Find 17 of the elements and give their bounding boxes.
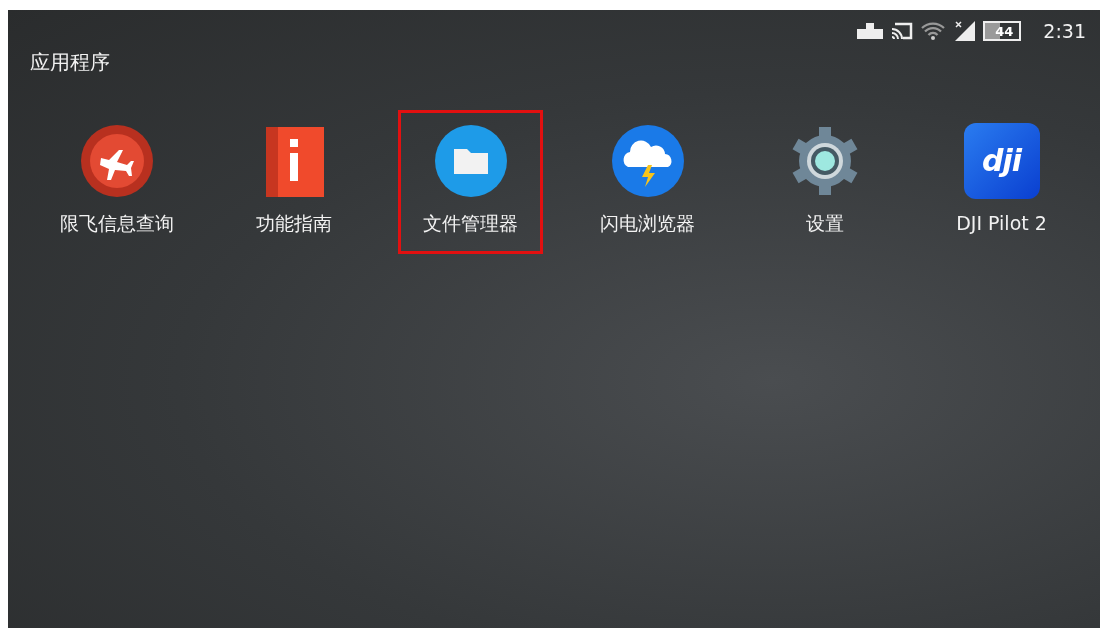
app-launcher[interactable]: 限飞信息查询 — [44, 110, 189, 254]
app-launcher[interactable]: 文件管理器 — [398, 110, 543, 254]
battery-icon: 44 — [983, 21, 1022, 41]
airplane-icon — [80, 125, 153, 197]
app-launcher[interactable]: 功能指南 — [221, 110, 366, 254]
folder-icon — [434, 125, 507, 197]
app-launcher[interactable]: dji DJI Pilot 2 — [929, 110, 1074, 254]
app-logo-icon: dji — [963, 123, 1040, 199]
ethernet-icon — [857, 23, 884, 39]
clock-time: 2:31 — [1043, 18, 1086, 44]
app-launcher[interactable]: 设置 — [752, 110, 897, 254]
cloud-lightning-icon — [611, 125, 684, 197]
cell-signal-icon — [953, 21, 976, 41]
wifi-icon — [921, 22, 946, 40]
cast-icon — [891, 22, 914, 40]
app-launcher[interactable]: 闪电浏览器 — [575, 110, 720, 254]
drawer-title: 应用程序 — [30, 52, 111, 72]
